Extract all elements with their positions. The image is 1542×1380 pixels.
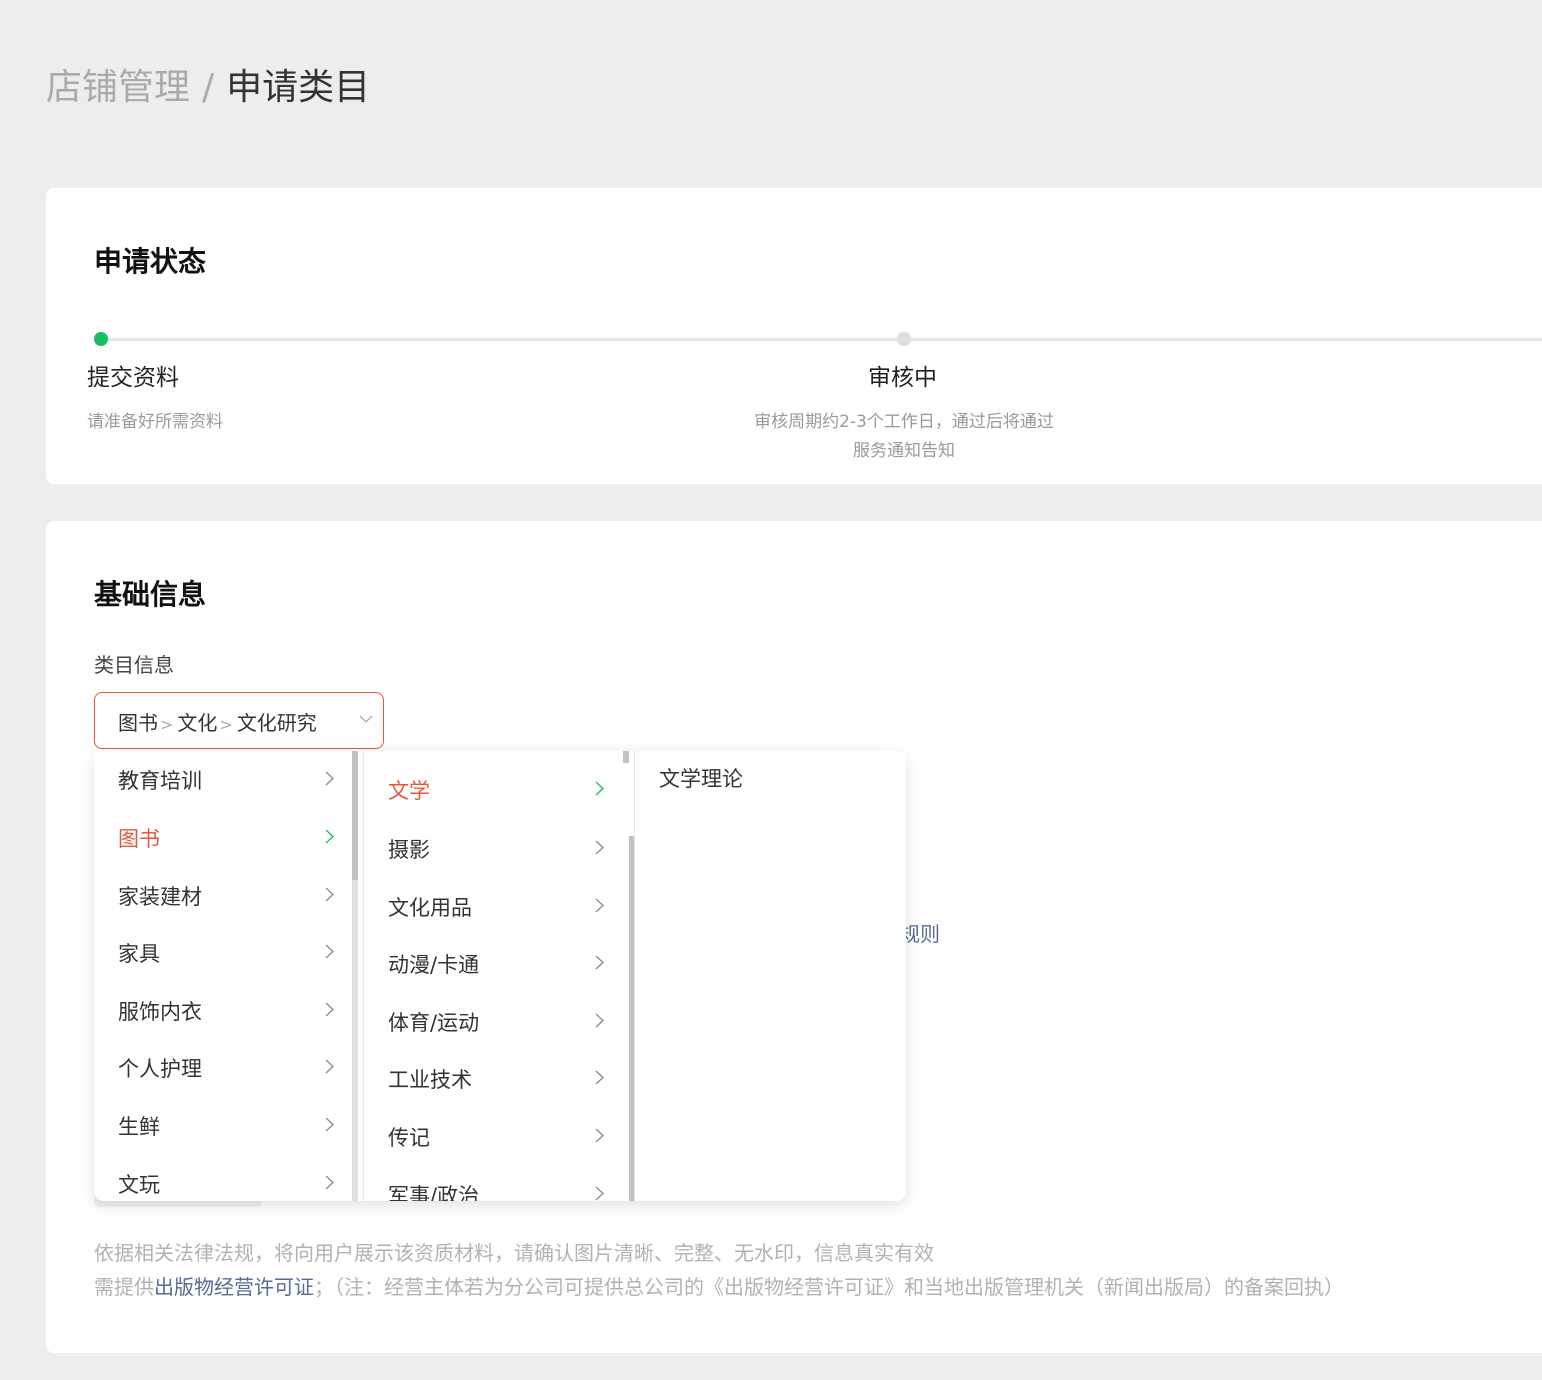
selected-level-2: 文化 (177, 711, 218, 735)
step-2-title: 审核中 (868, 365, 937, 391)
rules-link[interactable]: 规则 (900, 918, 940, 947)
category-select[interactable]: 图书 > 文化 > 文化研究 (94, 692, 384, 749)
cascader-item[interactable]: 工业技术 (364, 1052, 614, 1102)
qualification-note: 依据相关法律法规，将向用户展示该资质材料，请确认图片清晰、完整、无水印，信息真实… (94, 1241, 934, 1265)
cascader-item[interactable]: 动漫/卡通 (364, 937, 614, 987)
breadcrumb: 店铺管理 / 申请类目 (46, 62, 370, 114)
cascader-item[interactable]: 家具 (94, 926, 344, 976)
cascader-item[interactable]: 文玩 (94, 1157, 344, 1201)
cascader-item[interactable]: 军事/政治 (364, 1168, 614, 1201)
status-card: 申请状态 提交资料 请准备好所需资料 审核中 审核周期约2-3个工作日，通过后将… (46, 188, 1542, 484)
cascader-item[interactable]: 摄影 (364, 822, 614, 872)
chevron-right-icon (595, 1128, 604, 1143)
chevron-right-icon (325, 887, 334, 902)
cascader-item[interactable]: 教育培训 (94, 753, 344, 803)
chevron-down-icon (359, 715, 373, 723)
selected-level-3: 文化研究 (236, 711, 317, 735)
cascader-item-active[interactable]: 文学 (364, 763, 614, 813)
breadcrumb-separator: / (202, 67, 215, 108)
chevron-right-icon (325, 1002, 334, 1017)
chevron-right-icon (325, 771, 334, 786)
cascader-item[interactable]: 服饰内衣 (94, 984, 344, 1034)
cascader-item[interactable]: 体育/运动 (364, 995, 614, 1045)
breadcrumb-parent-link[interactable]: 店铺管理 (46, 67, 190, 108)
level-2-scrollbar-thumb[interactable] (623, 751, 629, 763)
chevron-right-icon (325, 1059, 334, 1074)
steps-progress-line (101, 338, 1542, 341)
chevron-right-icon (595, 781, 604, 796)
category-field-label: 类目信息 (94, 653, 174, 677)
path-separator-icon: > (160, 715, 174, 734)
cascader-item[interactable]: 传记 (364, 1110, 614, 1160)
status-title: 申请状态 (94, 245, 207, 278)
cascader-item[interactable]: 生鲜 (94, 1099, 344, 1149)
chevron-right-icon (325, 1175, 334, 1190)
cascader-column-level-1: 教育培训 图书 家装建材 家具 服饰内衣 个人护理 生鲜 文玩 (94, 751, 356, 1201)
cascader-column-level-2: 文学 摄影 文化用品 动漫/卡通 体育/运动 工业技术 传记 军事/政治 (364, 751, 628, 1201)
cascader-item[interactable]: 家装建材 (94, 869, 344, 919)
category-select-value: 图书 > 文化 > 文化研究 (118, 707, 317, 736)
chevron-right-icon (325, 1117, 334, 1132)
chevron-right-icon (325, 829, 334, 844)
chevron-right-icon (595, 898, 604, 913)
cascader-item-active[interactable]: 图书 (94, 811, 344, 861)
path-separator-icon: > (219, 715, 233, 734)
selected-level-1: 图书 (118, 711, 158, 735)
step-1-desc: 请准备好所需资料 (87, 412, 223, 432)
chevron-right-icon (595, 1186, 604, 1201)
page-title: 申请类目 (226, 67, 371, 108)
category-cascader-dropdown: 教育培训 图书 家装建材 家具 服饰内衣 个人护理 生鲜 文玩 文学 摄影 文化… (94, 751, 906, 1201)
chevron-right-icon (325, 944, 334, 959)
step-1-dot (94, 332, 108, 346)
level-1-scrollbar-thumb[interactable] (352, 751, 358, 880)
step-1-title: 提交资料 (87, 365, 179, 391)
chevron-right-icon (595, 1013, 604, 1028)
license-link[interactable]: 出版物经营许可证 (154, 1275, 314, 1299)
basic-info-title: 基础信息 (94, 578, 207, 611)
license-note-suffix: ；（注：经营主体若为分公司可提供总公司的《出版物经营许可证》和当地出版管理机关（… (314, 1275, 1344, 1299)
step-2-desc: 审核周期约2-3个工作日，通过后将通过服务通知告知 (754, 412, 1054, 461)
cascader-item[interactable]: 个人护理 (94, 1041, 344, 1091)
step-2-dot (897, 332, 911, 346)
chevron-right-icon (595, 840, 604, 855)
chevron-right-icon (595, 1070, 604, 1085)
cascader-item[interactable]: 文化用品 (364, 880, 614, 930)
license-note: 需提供出版物经营许可证；（注：经营主体若为分公司可提供总公司的《出版物经营许可证… (94, 1271, 1344, 1300)
license-note-prefix: 需提供 (94, 1275, 154, 1299)
cascader-column-level-3: 文学理论 (659, 767, 743, 791)
chevron-right-icon (595, 955, 604, 970)
